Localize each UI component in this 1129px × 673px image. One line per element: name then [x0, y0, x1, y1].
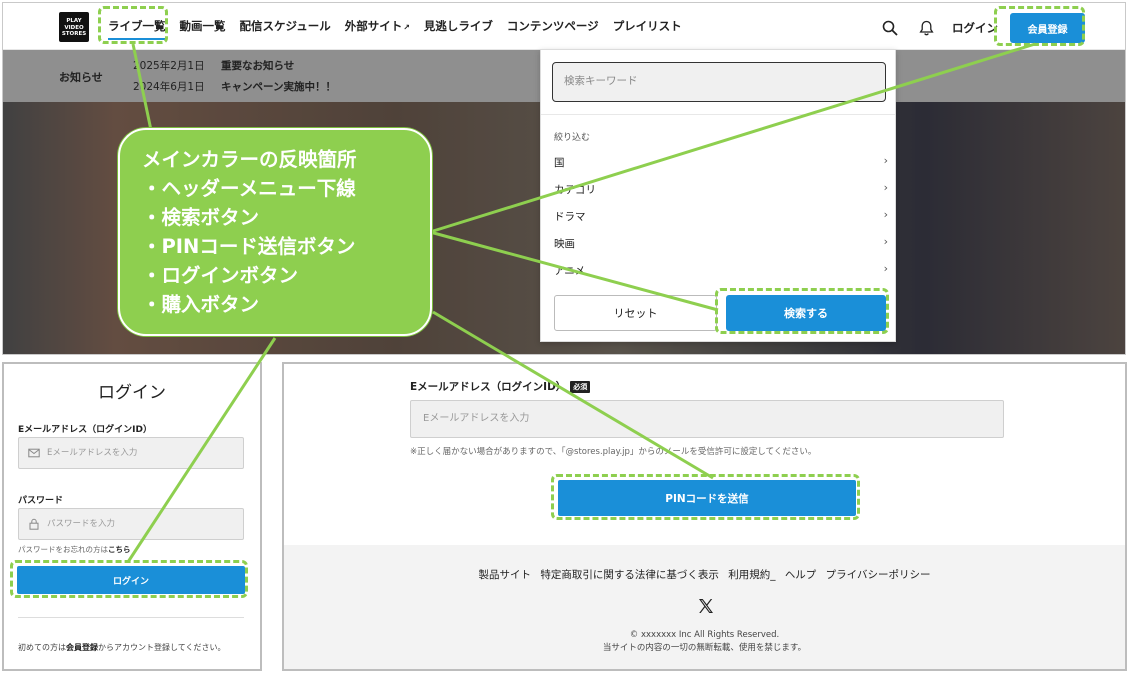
search-icon[interactable]	[880, 18, 900, 38]
highlight-nav-underline	[98, 6, 168, 44]
footer-link-terms[interactable]: 利用規約_	[728, 569, 775, 581]
filter-label: 映画	[554, 238, 575, 250]
notice-label: お知らせ	[59, 71, 103, 84]
external-link-icon: ↗	[403, 23, 410, 32]
filter-drama[interactable]: ドラマ ›	[554, 208, 888, 224]
nav-playlist[interactable]: プレイリスト	[613, 18, 682, 34]
callout-item: ・ヘッダーメニュー下線	[142, 177, 356, 200]
filter-label: ドラマ	[554, 211, 586, 223]
notice-item[interactable]: 2024年6月1日 キャンペーン実施中！！	[133, 79, 336, 94]
callout-item: ・ログインボタン	[142, 264, 299, 287]
annotation-callout: メインカラーの反映箇所 ・ヘッダーメニュー下線 ・検索ボタン ・PINコード送信…	[118, 128, 432, 336]
notice-text: キャンペーン実施中！！	[221, 81, 336, 93]
chevron-right-icon: ›	[883, 208, 888, 221]
highlight-register-button	[994, 6, 1085, 46]
login-title: ログイン	[98, 383, 166, 403]
nav-schedule[interactable]: 配信スケジュール	[240, 18, 331, 34]
filter-category[interactable]: カテゴリ ›	[554, 181, 888, 197]
chevron-right-icon: ›	[883, 235, 888, 248]
required-badge: 必須	[570, 381, 591, 393]
forgot-prefix: パスワードをお忘れの方は	[18, 545, 108, 554]
main-nav: ライブ一覧 動画一覧 配信スケジュール 外部サイト↗ 見逃しライブ コンテンツペ…	[108, 18, 696, 40]
reproduction-notice: 当サイトの内容の一切の無断転載、使用を禁じます。	[602, 643, 807, 653]
site-logo[interactable]: PLAY VIDEO STORES	[59, 12, 89, 42]
filter-country[interactable]: 国 ›	[554, 154, 888, 170]
callout-item: ・PINコード送信ボタン	[142, 235, 356, 258]
email-field[interactable]: Eメールアドレスを入力	[18, 437, 244, 469]
chevron-right-icon: ›	[883, 154, 888, 167]
divider	[18, 617, 244, 618]
header-login-link[interactable]: ログイン	[952, 20, 998, 36]
login-screen: ログイン Eメールアドレス（ログインID） Eメールアドレスを入力 パスワード …	[2, 362, 262, 671]
notice-date: 2024年6月1日	[133, 81, 205, 93]
forgot-password-link[interactable]: こちら	[108, 545, 131, 554]
nav-content-page[interactable]: コンテンツページ	[507, 18, 599, 34]
forgot-password: パスワードをお忘れの方はこちら	[18, 544, 131, 555]
register-link[interactable]: 会員登録	[66, 643, 98, 652]
password-field[interactable]: パスワードを入力	[18, 508, 244, 540]
lock-icon	[29, 518, 39, 530]
filter-label: カテゴリ	[554, 184, 596, 196]
mail-icon	[28, 448, 40, 458]
filter-heading: 絞り込む	[554, 133, 591, 143]
site-header: PLAY VIDEO STORES ライブ一覧 動画一覧 配信スケジュール 外部サイ…	[3, 3, 1125, 50]
chevron-right-icon: ›	[883, 181, 888, 194]
email-label: Eメールアドレス（ログインID） 必須	[410, 379, 591, 394]
callout-item: ・検索ボタン	[142, 206, 260, 229]
email-input[interactable]: Eメールアドレスを入力	[410, 400, 1004, 438]
footer-link-legal[interactable]: 特定商取引に関する法律に基づく表示	[540, 569, 719, 581]
chevron-right-icon: ›	[883, 262, 888, 275]
filter-movie[interactable]: 映画 ›	[554, 235, 888, 251]
nav-external[interactable]: 外部サイト↗	[345, 18, 410, 34]
email-note: ※正しく届かない場合がありますので、「@stores.play.jp」からのメー…	[410, 447, 817, 457]
first-time-suffix: からアカウント登録してください。	[98, 643, 226, 652]
highlight-search-button	[715, 288, 889, 334]
notice-text: 重要なお知らせ	[221, 60, 295, 72]
nav-missed-live[interactable]: 見逃しライブ	[424, 18, 493, 34]
footer-link-product[interactable]: 製品サイト	[479, 569, 532, 581]
copyright-line: © xxxxxxx Inc All Rights Reserved.	[629, 630, 780, 640]
email-field-label: Eメールアドレス（ログインID）	[18, 425, 152, 435]
reset-button[interactable]: リセット	[554, 295, 717, 331]
notice-item[interactable]: 2025年2月1日 重要なお知らせ	[133, 58, 294, 73]
email-label-text: Eメールアドレス（ログインID）	[410, 381, 567, 393]
highlight-login-button	[10, 560, 248, 598]
x-logo-icon[interactable]	[697, 597, 715, 615]
footer-links: 製品サイト 特定商取引に関する法律に基づく表示 利用規約_ ヘルプ プライバシー…	[284, 567, 1125, 582]
notice-date: 2025年2月1日	[133, 60, 205, 72]
nav-external-label: 外部サイト	[344, 19, 403, 33]
filter-label: 国	[554, 157, 565, 169]
site-footer: 製品サイト 特定商取引に関する法律に基づく表示 利用規約_ ヘルプ プライバシー…	[284, 545, 1125, 669]
footer-link-help[interactable]: ヘルプ	[785, 569, 817, 581]
email-placeholder: Eメールアドレスを入力	[47, 448, 138, 458]
copyright: © xxxxxxx Inc All Rights Reserved. 当サイトの内…	[284, 629, 1125, 655]
filter-label: アニメ	[554, 265, 586, 277]
highlight-pin-button	[551, 474, 860, 520]
bell-icon[interactable]	[916, 18, 936, 38]
callout-title: メインカラーの反映箇所	[142, 148, 357, 171]
search-input[interactable]: 検索キーワード	[552, 62, 886, 102]
filter-anime[interactable]: アニメ ›	[554, 262, 888, 278]
first-time-prefix: 初めての方は	[18, 643, 66, 652]
password-placeholder: パスワードを入力	[47, 519, 116, 529]
nav-video-list[interactable]: 動画一覧	[180, 18, 226, 34]
first-time-note: 初めての方は会員登録からアカウント登録してください。	[18, 642, 226, 653]
password-field-label: パスワード	[18, 496, 64, 506]
callout-item: ・購入ボタン	[142, 293, 260, 316]
divider	[541, 114, 895, 115]
footer-link-privacy[interactable]: プライバシーポリシー	[826, 569, 931, 581]
